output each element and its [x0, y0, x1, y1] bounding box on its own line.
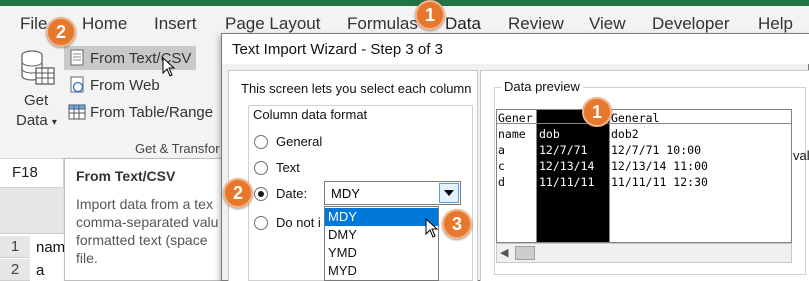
preview-cell-r4c1: d — [498, 175, 505, 189]
dialog-title-bar: Text Import Wizard - Step 3 of 3 — [222, 34, 809, 64]
radio-skip-label: Do not i — [276, 215, 321, 230]
date-option-dmy[interactable]: DMY — [325, 226, 438, 244]
tab-help[interactable]: Help — [758, 14, 793, 34]
preview-cell-r4c3: 11/11/11 12:30 — [611, 175, 708, 189]
preview-cell-r1c3: dob2 — [611, 127, 639, 141]
date-option-ymd[interactable]: YMD — [325, 244, 438, 262]
tooltip-title: From Text/CSV — [76, 168, 176, 184]
tab-view[interactable]: View — [589, 14, 626, 34]
tab-review[interactable]: Review — [508, 14, 564, 34]
dropdown-arrow-icon[interactable] — [439, 183, 459, 203]
name-box-value: F18 — [12, 164, 38, 181]
data-preview-title: Data preview — [501, 79, 583, 94]
date-format-select[interactable]: MDY — [324, 181, 461, 205]
step-badge-preview-column: 1 — [582, 97, 612, 127]
radio-text-dot[interactable] — [254, 160, 268, 175]
tab-formulas[interactable]: Formulas — [347, 14, 418, 34]
preview-overflow-text: val — [793, 148, 809, 163]
radio-text[interactable]: Text — [254, 160, 300, 175]
dialog-description: This screen lets you select each column — [241, 81, 472, 96]
text-file-icon — [68, 49, 86, 67]
step-badge-from-text: 2 — [46, 17, 76, 47]
preview-header-col3: General — [611, 111, 660, 125]
date-format-dropdown-list: MDY DMY YMD MYD — [324, 206, 439, 281]
row-header-1[interactable]: 1 — [0, 236, 30, 258]
radio-general[interactable]: General — [254, 134, 322, 149]
get-data-label-1: Get — [24, 92, 49, 109]
tab-file[interactable]: File — [20, 14, 47, 34]
tab-developer[interactable]: Developer — [652, 14, 730, 34]
step-badge-dropdown: 3 — [442, 209, 472, 239]
mouse-pointer-icon-2 — [425, 218, 439, 238]
radio-date[interactable]: Date: — [254, 186, 307, 201]
from-web-button[interactable]: From Web — [64, 73, 164, 97]
radio-do-not-import[interactable]: Do not i — [254, 215, 321, 230]
tab-data[interactable]: Data — [445, 14, 481, 34]
tab-insert[interactable]: Insert — [154, 14, 197, 34]
preview-cell-r1c1: name — [498, 127, 526, 141]
table-icon — [68, 103, 86, 121]
radio-skip-dot[interactable] — [254, 215, 268, 230]
column-data-format-label: Column data format — [251, 107, 370, 122]
preview-header-col2: MDY — [539, 111, 560, 125]
group-label-get-transform: Get & Transfor — [135, 141, 220, 156]
radio-date-label: Date: — [276, 186, 308, 201]
radio-general-dot[interactable] — [254, 134, 268, 149]
name-box[interactable]: F18 — [0, 159, 64, 187]
excel-window: { "colors": {"excel_green": "#217346", "… — [0, 0, 809, 281]
data-preview-table[interactable]: Gener MDY General name a c d dob 12/7/71… — [496, 109, 792, 243]
from-web-label: From Web — [90, 76, 160, 94]
get-data-button[interactable]: Get Data ▾ — [14, 46, 60, 130]
step-badge-data-tab: 1 — [415, 0, 445, 30]
cell-a2[interactable]: a — [36, 262, 44, 279]
preview-cell-r2c1: a — [498, 143, 505, 157]
scrollbar-thumb[interactable] — [515, 246, 535, 260]
preview-cell-r1c2: dob — [539, 127, 560, 141]
radio-text-label: Text — [276, 160, 300, 175]
date-format-value: MDY — [331, 186, 360, 201]
tab-page-layout[interactable]: Page Layout — [225, 14, 320, 34]
preview-cell-r4c2: 11/11/11 — [539, 175, 595, 189]
step-badge-date-radio: 2 — [223, 178, 253, 208]
radio-date-dot[interactable] — [254, 186, 268, 201]
date-option-myd[interactable]: MYD — [325, 262, 438, 280]
tab-home[interactable]: Home — [82, 14, 127, 34]
preview-cell-r3c3: 12/13/14 11:00 — [611, 159, 708, 173]
tooltip-from-text-csv: From Text/CSV Import data from a tex com… — [64, 158, 226, 281]
tooltip-body: Import data from a tex comma-separated v… — [76, 196, 219, 266]
cell-a1[interactable]: nam — [36, 239, 65, 256]
from-table-range-button[interactable]: From Table/Range — [64, 100, 217, 124]
mouse-pointer-icon — [162, 57, 176, 77]
preview-cell-r2c2: 12/7/71 — [539, 143, 588, 157]
from-table-range-label: From Table/Range — [90, 103, 214, 121]
dialog-title: Text Import Wizard - Step 3 of 3 — [232, 41, 443, 58]
preview-pane: Data preview Gener MDY General name a c … — [480, 70, 809, 281]
chevron-down-icon: ▾ — [51, 117, 57, 128]
get-data-label-2: Data ▾ — [16, 112, 57, 129]
database-icon — [21, 50, 55, 85]
preview-header-col1: Gener — [498, 111, 533, 125]
radio-general-label: General — [276, 134, 323, 149]
preview-cell-r3c2: 12/13/14 — [539, 159, 595, 173]
row-header-2[interactable]: 2 — [0, 259, 30, 281]
from-text-csv-label: From Text/CSV — [90, 49, 192, 67]
date-option-mdy[interactable]: MDY — [325, 208, 438, 226]
preview-cell-r2c3: 12/7/71 10:00 — [611, 143, 702, 157]
from-text-csv-button[interactable]: From Text/CSV — [64, 46, 196, 70]
web-file-icon — [68, 76, 86, 94]
preview-horizontal-scrollbar[interactable]: ◀ — [496, 243, 792, 263]
preview-cell-r3c1: c — [498, 159, 505, 173]
scroll-left-icon[interactable]: ◀ — [500, 246, 508, 259]
